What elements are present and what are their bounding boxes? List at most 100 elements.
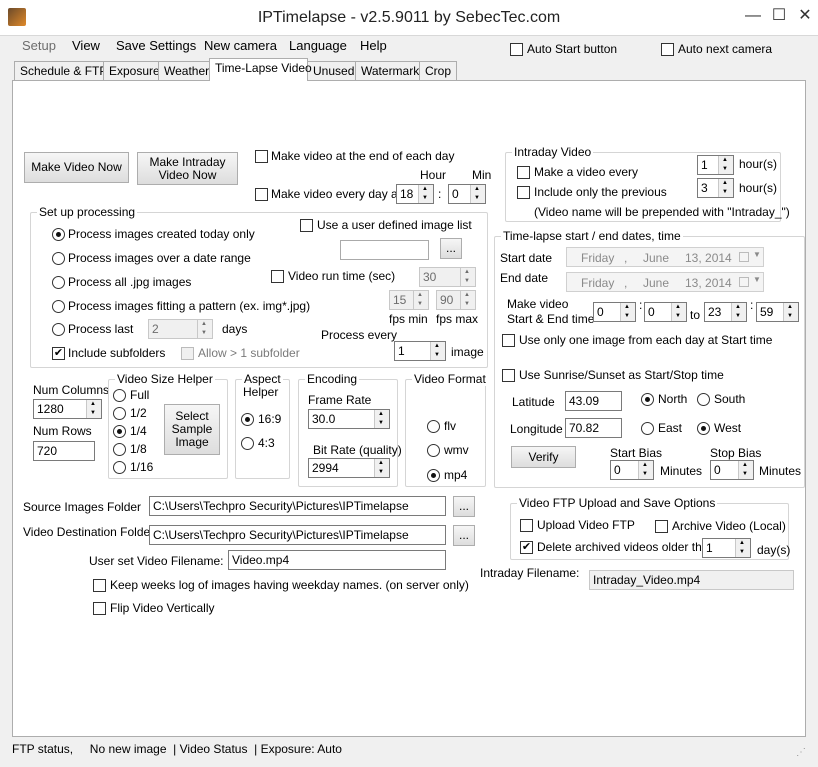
tab-crop[interactable]: Crop [419, 61, 457, 80]
fps-max-spin-icon[interactable] [460, 291, 475, 309]
make-intraday-video-button[interactable]: Make Intraday Video Now [137, 152, 238, 185]
num-columns-stepper[interactable]: 1280 [33, 399, 102, 419]
select-sample-image-button[interactable]: Select Sample Image [164, 404, 220, 455]
min-stepper[interactable]: 0 [448, 184, 486, 204]
weeks-log-checkbox[interactable] [93, 579, 106, 592]
start-hour-spin-icon[interactable] [620, 303, 635, 321]
size-sixteenth-radio[interactable] [113, 461, 126, 474]
source-browse-button[interactable]: ... [453, 496, 475, 517]
user-list-browse-button[interactable]: ... [440, 238, 462, 259]
last-days-spin-icon[interactable] [197, 320, 212, 338]
minimize-button[interactable]: — [740, 6, 766, 26]
tab-weather[interactable]: Weather [158, 61, 210, 80]
fps-min-spin-icon[interactable] [413, 291, 428, 309]
format-flv-radio[interactable] [427, 420, 440, 433]
stop-bias-stepper[interactable]: 0 [710, 460, 754, 480]
menu-new-camera[interactable]: New camera [204, 38, 277, 53]
allow-subfolder-checkbox[interactable] [181, 347, 194, 360]
today-radio[interactable] [52, 228, 65, 241]
format-wmv-radio[interactable] [427, 444, 440, 457]
make-every-spin-icon[interactable] [718, 156, 733, 174]
filename-input[interactable]: Video.mp4 [228, 550, 446, 570]
process-every-stepper[interactable]: 1 [394, 341, 446, 361]
make-every-checkbox[interactable] [517, 166, 530, 179]
delete-days-stepper[interactable]: 1 [702, 538, 751, 558]
menu-language[interactable]: Language [289, 38, 347, 53]
sunrise-checkbox[interactable] [502, 369, 515, 382]
hour-spin-icon[interactable] [418, 185, 433, 203]
frame-rate-stepper[interactable]: 30.0 [308, 409, 390, 429]
end-hour-stepper[interactable]: 23 [704, 302, 747, 322]
archive-checkbox[interactable] [655, 520, 668, 533]
tab-time-lapse-video[interactable]: Time-Lapse Video [209, 58, 312, 81]
run-time-spin-icon[interactable] [460, 268, 475, 286]
end-calendar-icon[interactable] [739, 277, 749, 287]
min-spin-icon[interactable] [470, 185, 485, 203]
tab-watermark[interactable]: Watermark [355, 61, 420, 80]
size-quarter-radio[interactable] [113, 425, 126, 438]
flip-checkbox[interactable] [93, 602, 106, 615]
start-bias-stepper[interactable]: 0 [610, 460, 654, 480]
num-columns-spin-icon[interactable] [86, 400, 101, 418]
start-date-dropdown-icon[interactable]: ▼ [753, 250, 761, 259]
end-date-dropdown-icon[interactable]: ▼ [753, 275, 761, 284]
east-radio[interactable] [641, 422, 654, 435]
tab-exposure[interactable]: Exposure [103, 61, 160, 80]
make-video-now-button[interactable]: Make Video Now [24, 152, 129, 183]
start-min-spin-icon[interactable] [671, 303, 686, 321]
bit-rate-stepper[interactable]: 2994 [308, 458, 390, 478]
all-jpg-radio[interactable] [52, 276, 65, 289]
include-prev-checkbox[interactable] [517, 186, 530, 199]
end-min-stepper[interactable]: 59 [756, 302, 799, 322]
hour-stepper[interactable]: 18 [396, 184, 434, 204]
delete-days-spin-icon[interactable] [735, 539, 750, 557]
close-button[interactable]: ✕ [792, 6, 818, 26]
auto-start-checkbox[interactable] [510, 43, 523, 56]
fps-min-stepper[interactable]: 15 [389, 290, 429, 310]
every-day-checkbox[interactable] [255, 188, 268, 201]
pattern-radio[interactable] [52, 300, 65, 313]
end-min-spin-icon[interactable] [783, 303, 798, 321]
end-date-picker[interactable]: Friday , June 13, 2014 ▼ [566, 272, 764, 292]
start-calendar-icon[interactable] [739, 252, 749, 262]
include-subfolders-checkbox[interactable]: ✔ [52, 347, 65, 360]
dest-browse-button[interactable]: ... [453, 525, 475, 546]
start-bias-spin-icon[interactable] [638, 461, 653, 479]
process-every-spin-icon[interactable] [430, 342, 445, 360]
format-mp4-radio[interactable] [427, 469, 440, 482]
date-range-radio[interactable] [52, 252, 65, 265]
upload-ftp-checkbox[interactable] [520, 519, 533, 532]
user-list-field[interactable] [340, 240, 429, 260]
one-image-checkbox[interactable] [502, 334, 515, 347]
longitude-input[interactable]: 70.82 [565, 418, 622, 438]
north-radio[interactable] [641, 393, 654, 406]
auto-next-checkbox[interactable] [661, 43, 674, 56]
size-full-radio[interactable] [113, 389, 126, 402]
aspect-43-radio[interactable] [241, 437, 254, 450]
tab-schedule-ftp[interactable]: Schedule & FTP [14, 61, 107, 80]
dest-folder-input[interactable]: C:\Users\Techpro Security\Pictures\IPTim… [149, 525, 446, 545]
tab-unused[interactable]: Unused [307, 61, 356, 80]
start-date-picker[interactable]: Friday , June 13, 2014 ▼ [566, 247, 764, 267]
size-eighth-radio[interactable] [113, 443, 126, 456]
end-of-day-checkbox[interactable] [255, 150, 268, 163]
bit-rate-spin-icon[interactable] [374, 459, 389, 477]
source-folder-input[interactable]: C:\Users\Techpro Security\Pictures\IPTim… [149, 496, 446, 516]
south-radio[interactable] [697, 393, 710, 406]
start-hour-stepper[interactable]: 0 [593, 302, 636, 322]
size-half-radio[interactable] [113, 407, 126, 420]
run-time-checkbox[interactable] [271, 270, 284, 283]
end-hour-spin-icon[interactable] [731, 303, 746, 321]
make-every-stepper[interactable]: 1 [697, 155, 734, 175]
west-radio[interactable] [697, 422, 710, 435]
fps-max-stepper[interactable]: 90 [436, 290, 476, 310]
frame-rate-spin-icon[interactable] [374, 410, 389, 428]
menu-help[interactable]: Help [360, 38, 387, 53]
menu-save-settings[interactable]: Save Settings [116, 38, 196, 53]
run-time-stepper[interactable]: 30 [419, 267, 476, 287]
verify-button[interactable]: Verify [511, 446, 576, 468]
menu-view[interactable]: View [72, 38, 100, 53]
aspect-169-radio[interactable] [241, 413, 254, 426]
menu-setup[interactable]: Setup [22, 38, 56, 53]
maximize-button[interactable]: ☐ [766, 6, 792, 26]
